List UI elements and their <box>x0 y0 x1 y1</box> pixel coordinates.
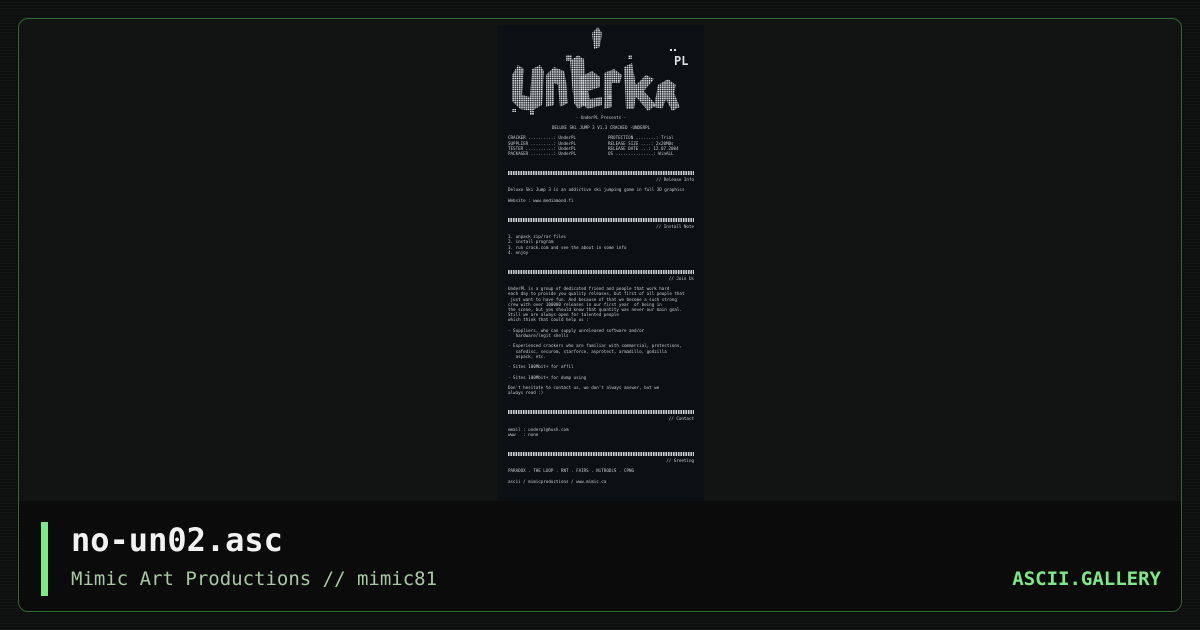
spec-line: PACKAGER .........: UnderPL <box>508 151 577 157</box>
nfo-section: // Install Note 1. unpack zip/rar files 2.… <box>508 203 694 255</box>
artist-credit: Mimic Art Productions // mimic81 <box>71 568 438 590</box>
section-divider <box>508 171 694 176</box>
info-bar: no-un02.asc Mimic Art Productions // mim… <box>19 501 1181 611</box>
section-text-line: Deluxe Ski Jump 3 is an addictive ski ju… <box>508 187 685 193</box>
specs-right-column: PROTECTION ........: Trial RELEASE SIZE .… <box>608 135 694 156</box>
artwork-filename: no-un02.asc <box>71 521 283 559</box>
release-specs: CRACKER ..........: UnderPL SUPPLIER ....… <box>508 135 694 156</box>
nfo-section: // Contact email : underpl@hush.com www : … <box>508 395 694 437</box>
section-divider <box>508 218 694 223</box>
section-divider <box>508 452 694 457</box>
section-text-line: - Experienced crackers who are familiar … <box>508 343 682 349</box>
nfo-section: // Join Us UnderPL is a group of dedicate… <box>508 255 694 395</box>
ascii-artwork: PL - UnderPL Presents - DELUXE SKi JUMP … <box>498 25 704 505</box>
specs-left-column: CRACKER ..........: UnderPL SUPPLIER ....… <box>508 135 594 156</box>
nfo-section: // Greeting PARADOX . THE LOOP . RNT . FA… <box>508 437 694 484</box>
underpl-logo: PL <box>508 25 694 115</box>
site-brand: ASCII.GALLERY <box>1012 568 1161 590</box>
preview-card: PL - UnderPL Presents - DELUXE SKi JUMP … <box>18 18 1182 612</box>
nfo-section: // Release Info Deluxe Ski Jump 3 is an a… <box>508 156 694 203</box>
nfo-sections: // Release Info Deluxe Ski Jump 3 is an a… <box>508 156 694 484</box>
section-divider <box>508 410 694 415</box>
logo-tag-text: PL <box>674 54 688 68</box>
logo-graffiti: PL <box>512 27 688 115</box>
accent-stripe <box>41 522 48 596</box>
section-text-line: ascii / mimicproductions / www.mimic.ca <box>508 478 607 484</box>
section-text-line: each day to provide you quality releases… <box>508 291 685 297</box>
section-divider <box>508 270 694 275</box>
spec-line: OS ...............: WinALL <box>608 151 674 157</box>
